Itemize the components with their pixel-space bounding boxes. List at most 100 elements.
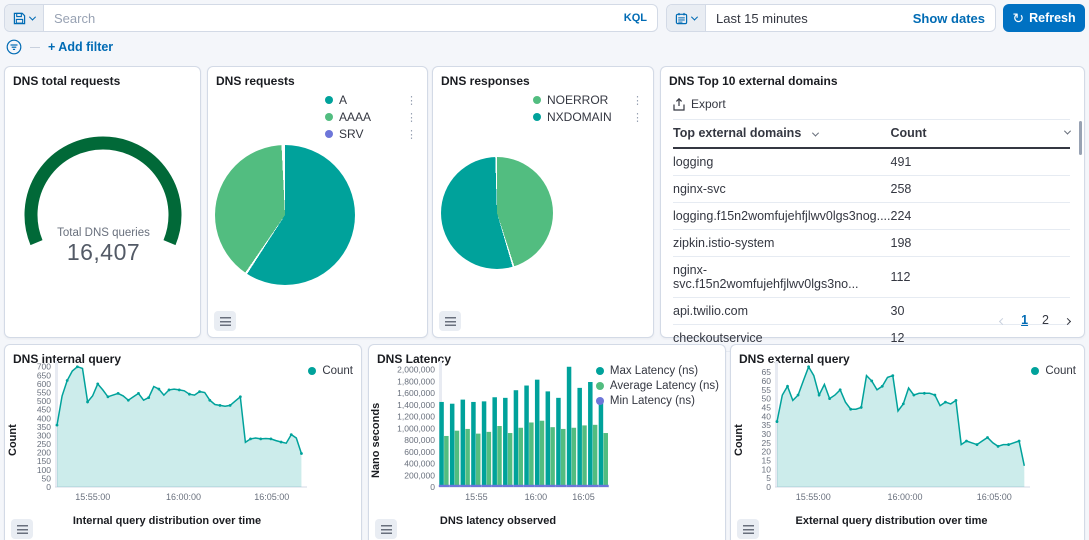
calendar-menu-button[interactable] bbox=[667, 5, 706, 31]
pagination-page-1[interactable]: 1 bbox=[1021, 313, 1028, 327]
chevron-down-icon bbox=[812, 130, 819, 137]
svg-text:150: 150 bbox=[37, 456, 51, 466]
svg-text:1,200,000: 1,200,000 bbox=[397, 412, 435, 422]
panel-dns-requests: DNS requests A⋮AAAA⋮SRV⋮ bbox=[207, 66, 428, 338]
svg-text:5: 5 bbox=[766, 473, 771, 483]
list-icon bbox=[17, 525, 28, 534]
x-axis-title: Internal query distribution over time bbox=[21, 515, 313, 527]
column-header-count[interactable]: Count bbox=[891, 120, 1071, 149]
legend-toggle-button[interactable] bbox=[375, 519, 397, 539]
svg-text:500: 500 bbox=[37, 396, 51, 406]
svg-text:400,000: 400,000 bbox=[404, 459, 435, 469]
legend-label: A bbox=[339, 93, 347, 107]
show-dates-button[interactable]: Show dates bbox=[913, 11, 995, 26]
legend-item[interactable]: Count bbox=[1031, 365, 1076, 377]
domain-cell: nginx-svc bbox=[673, 176, 891, 203]
search-bar: KQL bbox=[4, 4, 658, 32]
pagination-next-icon[interactable] bbox=[1065, 313, 1070, 327]
add-filter-button[interactable]: + Add filter bbox=[48, 40, 113, 54]
svg-text:1,000,000: 1,000,000 bbox=[397, 423, 435, 433]
legend-dot-icon bbox=[596, 397, 604, 405]
svg-text:2,000,000: 2,000,000 bbox=[397, 365, 435, 375]
dns-requests-pie-chart[interactable] bbox=[215, 145, 355, 285]
legend-item-menu-icon[interactable]: ⋮ bbox=[396, 94, 417, 107]
legend-item[interactable]: Min Latency (ns) bbox=[596, 395, 719, 407]
refresh-button[interactable]: ↻ Refresh bbox=[1003, 4, 1085, 32]
legend-toggle-button[interactable] bbox=[214, 311, 236, 331]
legend-dot-icon bbox=[1031, 367, 1039, 375]
svg-text:35: 35 bbox=[762, 420, 772, 430]
legend-dot-icon bbox=[596, 382, 604, 390]
svg-text:15:55: 15:55 bbox=[465, 492, 488, 502]
svg-text:50: 50 bbox=[42, 473, 52, 483]
svg-text:65: 65 bbox=[762, 367, 772, 377]
legend-item-menu-icon[interactable]: ⋮ bbox=[396, 111, 417, 124]
count-cell: 224 bbox=[891, 203, 1071, 230]
svg-text:16:00:00: 16:00:00 bbox=[166, 492, 201, 502]
panel-title: DNS total requests bbox=[13, 74, 120, 88]
pagination-page-2[interactable]: 2 bbox=[1042, 313, 1049, 327]
kql-syntax-button[interactable]: KQL bbox=[614, 12, 657, 24]
svg-text:400: 400 bbox=[37, 413, 51, 423]
count-cell: 198 bbox=[891, 230, 1071, 257]
save-icon bbox=[13, 12, 26, 25]
chart-legend: Count bbox=[1031, 365, 1076, 377]
legend-toggle-button[interactable] bbox=[737, 519, 759, 539]
table-row: nginx-svc.f15n2womfujehfjlwv0lgs3no...11… bbox=[673, 257, 1070, 298]
svg-text:60: 60 bbox=[762, 376, 772, 386]
legend-label: Max Latency (ns) bbox=[610, 365, 698, 377]
svg-text:50: 50 bbox=[762, 394, 772, 404]
search-input[interactable] bbox=[44, 11, 614, 26]
dns-responses-pie-chart[interactable] bbox=[441, 157, 553, 269]
pagination-prev-icon[interactable] bbox=[1000, 313, 1005, 327]
gauge-value: 16,407 bbox=[5, 239, 202, 266]
legend-item[interactable]: Count bbox=[308, 365, 353, 377]
table-row: nginx-svc258 bbox=[673, 176, 1070, 203]
saved-query-menu-button[interactable] bbox=[5, 5, 44, 31]
svg-text:45: 45 bbox=[762, 402, 772, 412]
legend-item[interactable]: A⋮ bbox=[325, 93, 417, 107]
legend-dot-icon bbox=[325, 113, 333, 121]
pie-legend: NOERROR⋮ NXDOMAIN ⋮ bbox=[533, 93, 643, 124]
svg-text:40: 40 bbox=[762, 411, 772, 421]
panel-title: DNS requests bbox=[216, 74, 295, 88]
gauge-center-text: Total DNS queries 16,407 bbox=[5, 227, 202, 266]
calendar-icon bbox=[675, 12, 688, 25]
svg-text:1,600,000: 1,600,000 bbox=[397, 388, 435, 398]
legend-dot-icon bbox=[325, 96, 333, 104]
legend-item[interactable]: Max Latency (ns) bbox=[596, 365, 719, 377]
list-icon bbox=[743, 525, 754, 534]
export-button[interactable]: Export bbox=[673, 97, 726, 111]
panel-dns-responses: DNS responses NOERROR⋮ NXDOMAIN ⋮ bbox=[432, 66, 654, 338]
filter-icon[interactable] bbox=[6, 39, 22, 55]
scrollbar-thumb[interactable] bbox=[1079, 121, 1082, 155]
time-range-value[interactable]: Last 15 minutes bbox=[706, 11, 913, 26]
svg-text:1,400,000: 1,400,000 bbox=[397, 400, 435, 410]
svg-text:16:05:00: 16:05:00 bbox=[254, 492, 289, 502]
svg-text:650: 650 bbox=[37, 370, 51, 380]
x-axis-title: External query distribution over time bbox=[747, 515, 1036, 527]
legend-label: NXDOMAIN bbox=[547, 110, 612, 124]
legend-item[interactable]: Average Latency (ns) bbox=[596, 380, 719, 392]
y-axis-title: Count bbox=[7, 375, 19, 505]
legend-item[interactable]: AAAA⋮ bbox=[325, 110, 417, 124]
legend-item[interactable]: NOERROR⋮ bbox=[533, 93, 643, 107]
legend-item-menu-icon[interactable]: ⋮ bbox=[622, 94, 643, 107]
panel-dns-internal-query: DNS internal query Count 050100150200250… bbox=[4, 344, 362, 540]
legend-item[interactable]: SRV⋮ bbox=[325, 127, 417, 141]
chart-legend: Count bbox=[308, 365, 353, 377]
svg-text:700: 700 bbox=[37, 362, 51, 372]
table-row: logging491 bbox=[673, 148, 1070, 176]
svg-text:15:55:00: 15:55:00 bbox=[796, 492, 831, 502]
panel-dns-external-query: DNS external query Count 051015202530354… bbox=[730, 344, 1085, 540]
panel-title: DNS responses bbox=[441, 74, 530, 88]
legend-item-menu-icon[interactable]: ⋮ bbox=[622, 111, 643, 124]
table-row: logging.f15n2womfujehfjlwv0lgs3nog....22… bbox=[673, 203, 1070, 230]
svg-text:16:00: 16:00 bbox=[525, 492, 548, 502]
column-header-domains[interactable]: Top external domains bbox=[673, 120, 891, 149]
legend-toggle-button[interactable] bbox=[439, 311, 461, 331]
count-cell: 491 bbox=[891, 148, 1071, 176]
legend-item[interactable]: NXDOMAIN ⋮ bbox=[533, 110, 643, 124]
legend-item-menu-icon[interactable]: ⋮ bbox=[396, 128, 417, 141]
legend-toggle-button[interactable] bbox=[11, 519, 33, 539]
